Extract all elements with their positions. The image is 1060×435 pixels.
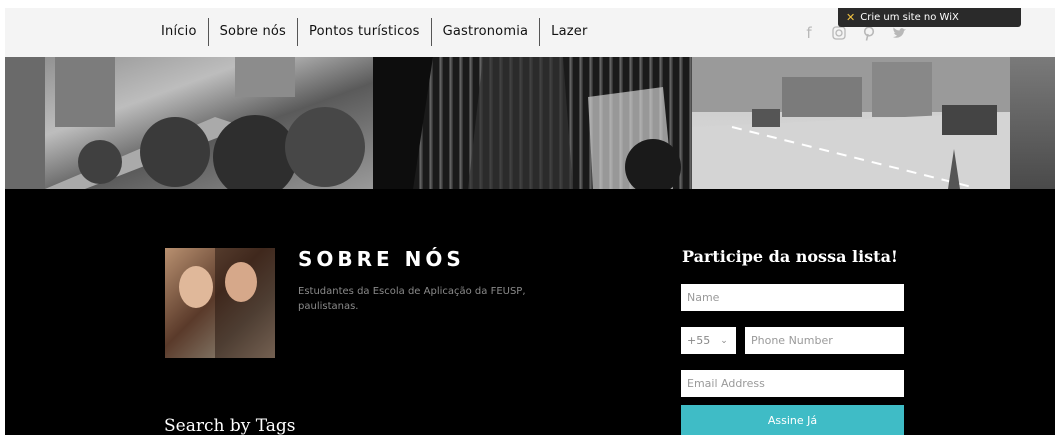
tree-photo	[1010, 57, 1055, 189]
about-section: SOBRE NÓS Estudantes da Escola de Aplica…	[5, 189, 1055, 435]
nav-item-gastronomia[interactable]: Gastronomia	[430, 18, 540, 46]
search-by-tags-heading: Search by Tags	[164, 416, 296, 435]
country-code-select[interactable]: +55 ⌄	[681, 327, 736, 354]
subscribe-title: Participe da nossa lista!	[682, 247, 898, 266]
nav-item-inicio[interactable]: Início	[155, 18, 208, 46]
wix-logo-icon: ✕	[846, 11, 856, 24]
about-photo	[165, 248, 275, 358]
wix-promo-banner[interactable]: ✕ Crie um site no WiX	[838, 8, 1021, 27]
street-photo	[692, 57, 1010, 189]
country-code-value: +55	[687, 334, 711, 347]
subscribe-button[interactable]: Assine Já	[681, 405, 904, 435]
name-field[interactable]	[681, 284, 904, 311]
facebook-icon[interactable]: f	[800, 24, 818, 42]
nav-item-sobre-nos[interactable]: Sobre nós	[207, 18, 297, 46]
phone-field[interactable]	[745, 327, 904, 354]
wix-banner-label: Crie um site no WiX	[860, 12, 959, 23]
hero-photo-strip	[5, 57, 1055, 189]
main-nav: Início Sobre nós Pontos turísticos Gastr…	[155, 18, 599, 46]
chevron-down-icon: ⌄	[720, 335, 728, 346]
about-title: SOBRE NÓS	[298, 247, 465, 271]
email-field[interactable]	[681, 370, 904, 397]
skyscraper-photo	[373, 57, 692, 189]
city-park-photo	[5, 57, 373, 189]
about-text: Estudantes da Escola de Aplicação da FEU…	[298, 286, 526, 312]
nav-item-lazer[interactable]: Lazer	[539, 18, 598, 46]
nav-item-pontos-turisticos[interactable]: Pontos turísticos	[297, 18, 431, 46]
